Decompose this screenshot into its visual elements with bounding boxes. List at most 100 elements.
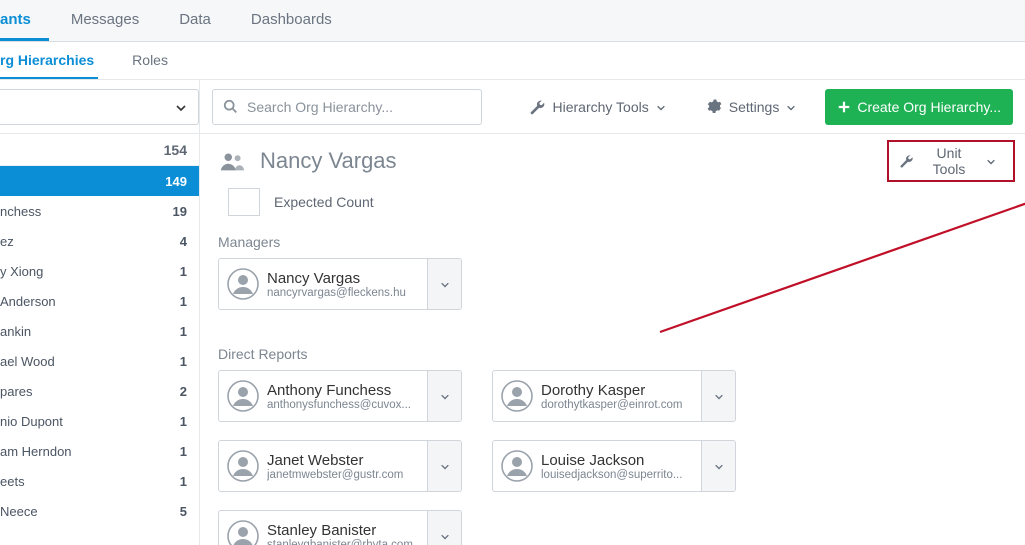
person-card-dropdown[interactable] [427,511,461,545]
sidebar-item[interactable]: ez4 [0,226,199,256]
person-name: Stanley Banister [267,522,413,539]
sidebar-item-count: 1 [180,474,187,489]
chevron-down-icon [785,102,797,112]
person-card[interactable]: Dorothy Kasperdorothytkasper@einrot.com [492,370,736,422]
person-card-dropdown[interactable] [427,441,461,491]
sidebar-item-count: 149 [165,174,187,189]
sidebar-item-count: 1 [180,324,187,339]
person-name: Dorothy Kasper [541,382,682,399]
sidebar-item-count: 1 [180,444,187,459]
avatar-icon [227,380,259,412]
sidebar-item-count: 2 [180,384,187,399]
tab-roles[interactable]: Roles [132,43,172,79]
chevron-down-icon [439,391,451,401]
search-placeholder: Search Org Hierarchy... [247,99,393,115]
sidebar-item-count: 4 [180,234,187,249]
person-card-dropdown[interactable] [701,441,735,491]
sidebar-item[interactable]: eets1 [0,466,199,496]
sidebar-item-label: nchess [0,204,173,219]
avatar-icon [227,450,259,482]
person-email: louisedjackson@superrito... [541,469,682,481]
sidebar-item[interactable]: Neece5 [0,496,199,526]
person-card[interactable]: Stanley Banisterstanleygbanister@rhyta.c… [218,510,462,545]
chevron-down-icon [985,156,997,166]
person-email: stanleygbanister@rhyta.com [267,539,413,545]
chevron-down-icon [655,102,667,112]
unit-tools-button[interactable]: Unit Tools [887,140,1015,182]
person-email: nancyrvargas@fleckens.hu [267,287,406,299]
sidebar-item-label: Neece [0,504,180,519]
sub-nav: rg Hierarchies Roles [0,42,1025,80]
sidebar-item[interactable]: ael Wood1 [0,346,199,376]
expected-count-input[interactable] [228,188,260,216]
sidebar: 154 149nchess19ez4y Xiong1Anderson1ankin… [0,134,200,545]
wrench-icon [529,98,547,116]
sidebar-item[interactable]: 149 [0,166,199,196]
content-panel: Nancy Vargas Unit Tools Expected Count M… [200,134,1025,545]
person-card-dropdown[interactable] [427,259,461,309]
sidebar-item-label: ael Wood [0,354,180,369]
sidebar-item-label: ankin [0,324,180,339]
sidebar-item-label: nio Dupont [0,414,180,429]
person-card[interactable]: Nancy Vargasnancyrvargas@fleckens.hu [218,258,462,310]
tab-participants[interactable]: ants [0,1,49,41]
chevron-down-icon [713,461,725,471]
top-nav: ants Messages Data Dashboards [0,0,1025,42]
chevron-down-icon [439,279,451,289]
tab-data[interactable]: Data [179,1,229,41]
person-email: dorothytkasper@einrot.com [541,399,682,411]
sidebar-item-label: Anderson [0,294,180,309]
sidebar-item-count: 1 [180,294,187,309]
chevron-down-icon [174,101,188,113]
sidebar-item-count: 1 [180,414,187,429]
sidebar-item[interactable]: am Herndon1 [0,436,199,466]
person-card-dropdown[interactable] [427,371,461,421]
people-icon [218,149,246,173]
avatar-icon [501,380,533,412]
sidebar-item-label: am Herndon [0,444,180,459]
sidebar-item[interactable]: Anderson1 [0,286,199,316]
tab-org-hierarchies[interactable]: rg Hierarchies [0,43,98,79]
person-card-dropdown[interactable] [701,371,735,421]
tab-messages[interactable]: Messages [71,1,157,41]
chevron-down-icon [713,391,725,401]
avatar-icon [227,268,259,300]
hierarchy-tools-button[interactable]: Hierarchy Tools [519,89,683,125]
plus-icon [837,100,851,114]
hierarchy-select[interactable] [0,89,199,125]
sidebar-item[interactable]: ankin1 [0,316,199,346]
sidebar-item[interactable]: nchess19 [0,196,199,226]
avatar-icon [501,450,533,482]
sidebar-item-count: 19 [173,204,187,219]
settings-button[interactable]: Settings [695,89,814,125]
search-icon [223,99,239,115]
person-name: Anthony Funchess [267,382,411,399]
person-name: Nancy Vargas [267,270,406,287]
person-email: janetmwebster@gustr.com [267,469,403,481]
sidebar-item-count: 5 [180,504,187,519]
page-title: Nancy Vargas [260,148,397,174]
sidebar-item[interactable]: pares2 [0,376,199,406]
search-input[interactable]: Search Org Hierarchy... [212,89,482,125]
person-name: Louise Jackson [541,452,682,469]
sidebar-item-label: eets [0,474,180,489]
sidebar-item[interactable]: nio Dupont1 [0,406,199,436]
managers-label: Managers [218,234,1007,250]
sidebar-item-count: 1 [180,354,187,369]
wrench-icon [899,153,915,169]
person-card[interactable]: Janet Websterjanetmwebster@gustr.com [218,440,462,492]
avatar-icon [227,520,259,545]
sidebar-item-label: ez [0,234,180,249]
gear-icon [705,98,723,116]
create-org-hierarchy-button[interactable]: Create Org Hierarchy... [825,89,1013,125]
person-card[interactable]: Anthony Funchessanthonysfunchess@cuvox..… [218,370,462,422]
sidebar-total: 154 [0,134,199,166]
tab-dashboards[interactable]: Dashboards [251,1,350,41]
sidebar-item[interactable]: y Xiong1 [0,256,199,286]
sidebar-item-label: y Xiong [0,264,180,279]
direct-reports-label: Direct Reports [218,346,1007,362]
person-card[interactable]: Louise Jacksonlouisedjackson@superrito..… [492,440,736,492]
chevron-down-icon [439,531,451,541]
person-email: anthonysfunchess@cuvox... [267,399,411,411]
person-name: Janet Webster [267,452,403,469]
